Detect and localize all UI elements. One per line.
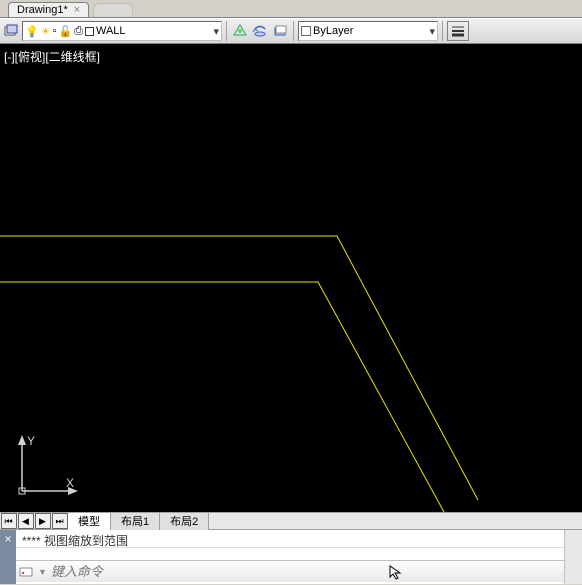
drawing-geometry [0, 44, 582, 512]
axis-x-label: X [66, 476, 74, 490]
layer-name: WALL [96, 25, 126, 37]
viewport-freeze-icon: ▫ [53, 25, 57, 37]
layout-tab-layout2[interactable]: 布局2 [160, 513, 209, 530]
command-history-line: **** 视图缩放到范围 [16, 530, 564, 548]
layer-isolate-icon[interactable] [271, 22, 289, 40]
layer-previous-icon[interactable] [251, 22, 269, 40]
axis-y-label: Y [27, 434, 35, 448]
drawing-canvas[interactable]: [-][俯视][二维线框] Y X [0, 44, 582, 512]
layout-tab-strip: ⏮ ◀ ▶ ⏭ 模型 布局1 布局2 [0, 512, 582, 530]
color-swatch-icon [85, 27, 94, 36]
document-tab[interactable]: Drawing1* × [8, 2, 89, 17]
command-input[interactable] [51, 564, 384, 579]
linetype-swatch-icon [301, 26, 311, 36]
command-scrollbar[interactable] [564, 530, 582, 584]
command-panel: × **** 视图缩放到范围 ▼ [0, 530, 582, 584]
layer-toolbar: 💡 ☀ ▫ 🔓 ⎙ WALL ▾ ByLayer ▾ [0, 18, 582, 44]
lock-icon: 🔓 [58, 25, 72, 38]
nav-next-button[interactable]: ▶ [35, 513, 51, 529]
new-tab-button[interactable] [93, 3, 133, 17]
ucs-icon: Y X [10, 433, 80, 506]
sun-icon: ☀ [41, 25, 51, 38]
printable-icon: ⎙ [74, 25, 83, 38]
layer-dropdown[interactable]: 💡 ☀ ▫ 🔓 ⎙ WALL ▾ [22, 21, 222, 41]
layer-manager-icon[interactable] [2, 22, 20, 40]
nav-prev-button[interactable]: ◀ [18, 513, 34, 529]
close-icon[interactable]: × [74, 4, 80, 16]
linetype-dropdown[interactable]: ByLayer ▾ [298, 21, 438, 41]
command-prompt-icon [18, 564, 34, 580]
chevron-down-icon: ▾ [429, 25, 435, 38]
lineweight-button[interactable] [447, 21, 469, 41]
command-close-icon[interactable]: × [4, 532, 11, 546]
command-dropdown-icon[interactable]: ▼ [38, 567, 47, 577]
nav-last-button[interactable]: ⏭ [52, 513, 68, 529]
lightbulb-icon: 💡 [25, 25, 39, 38]
layout-tab-layout1[interactable]: 布局1 [111, 513, 160, 530]
layer-match-icon[interactable] [231, 22, 249, 40]
cursor-icon [388, 564, 404, 580]
chevron-down-icon: ▾ [213, 25, 219, 38]
linetype-name: ByLayer [313, 25, 353, 37]
document-title: Drawing1* [17, 4, 68, 16]
nav-first-button[interactable]: ⏮ [1, 513, 17, 529]
layout-tab-model[interactable]: 模型 [68, 513, 111, 530]
